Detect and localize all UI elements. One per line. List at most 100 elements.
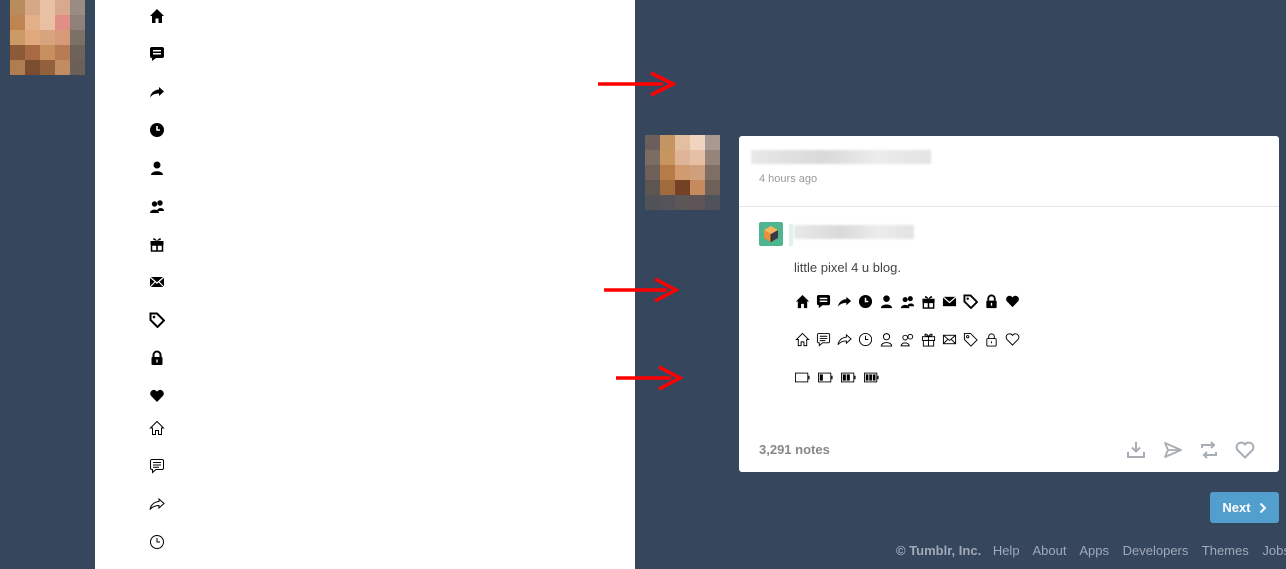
mail-icon (146, 271, 168, 293)
avatar-pixel (25, 45, 40, 60)
blurred-reblog-name[interactable] (794, 225, 914, 239)
chat-icon (146, 43, 168, 65)
blurred-blog-name[interactable] (751, 150, 931, 164)
post-text: little pixel 4 u blog. (794, 260, 901, 275)
next-page-button[interactable]: Next (1210, 492, 1279, 523)
avatar-pixel (70, 45, 85, 60)
avatar-pixel (660, 165, 675, 180)
tag-outline-icon (962, 331, 979, 348)
avatar-pixel (645, 150, 660, 165)
avatar-pixel (70, 30, 85, 45)
footer: © Tumblr, Inc. Help About Apps Developer… (896, 543, 1286, 558)
chat-outline-icon (146, 455, 168, 477)
post-author-avatar[interactable] (645, 135, 720, 210)
user-icon (878, 293, 895, 310)
clock-icon (857, 293, 874, 310)
avatar-pixel (10, 45, 25, 60)
avatar-pixel (25, 0, 40, 15)
avatar-pixel (40, 45, 55, 60)
send-icon[interactable] (1162, 439, 1186, 463)
avatar-pixel (55, 30, 70, 45)
avatar-pixel (10, 0, 25, 15)
blog-avatar[interactable] (10, 0, 85, 75)
avatar-pixel (70, 15, 85, 30)
share-icon (836, 293, 853, 310)
avatar-pixel (690, 180, 705, 195)
home-outline-icon (794, 331, 811, 348)
avatar-pixel (55, 15, 70, 30)
chat-outline-icon (815, 331, 832, 348)
avatar-pixel (40, 30, 55, 45)
avatar-pixel (705, 150, 720, 165)
outline-icons-row (794, 331, 1021, 348)
battery-full-icon (863, 369, 880, 386)
mail-outline-icon (941, 331, 958, 348)
lock-icon (983, 293, 1000, 310)
avatar-pixel (10, 15, 25, 30)
avatar-pixel (25, 15, 40, 30)
footer-link-developers[interactable]: Developers (1123, 543, 1189, 558)
chevron-right-icon (1259, 502, 1267, 513)
users-icon (146, 195, 168, 217)
avatar-pixel (70, 0, 85, 15)
footer-link-themes[interactable]: Themes (1202, 543, 1249, 558)
avatar-pixel (10, 30, 25, 45)
avatar-pixel (25, 30, 40, 45)
battery-low-icon (817, 369, 834, 386)
reblog-bar (789, 224, 793, 246)
lock-outline-icon (983, 331, 1000, 348)
heart-icon (1004, 293, 1021, 310)
avatar-pixel (660, 150, 675, 165)
avatar-pixel (40, 0, 55, 15)
user-outline-icon (878, 331, 895, 348)
home-icon (146, 5, 168, 27)
download-icon[interactable] (1125, 439, 1149, 463)
share-outline-icon (836, 331, 853, 348)
footer-link-jobs[interactable]: Jobs (1262, 543, 1286, 558)
avatar-pixel (645, 180, 660, 195)
avatar-pixel (55, 45, 70, 60)
avatar-pixel (675, 180, 690, 195)
gift-icon (146, 233, 168, 255)
clock-outline-icon (146, 531, 168, 553)
avatar-pixel (675, 135, 690, 150)
copyright: © Tumblr, Inc. (896, 543, 982, 558)
lock-icon (146, 347, 168, 369)
share-outline-icon (146, 493, 168, 515)
avatar-pixel (705, 195, 720, 210)
heart-icon (146, 385, 168, 407)
reblog-icon[interactable] (1198, 439, 1222, 463)
avatar-pixel (690, 195, 705, 210)
avatar-pixel (40, 15, 55, 30)
avatar-pixel (675, 150, 690, 165)
gift-outline-icon (920, 331, 937, 348)
like-icon[interactable] (1234, 439, 1258, 463)
chat-icon (815, 293, 832, 310)
post-timestamp[interactable]: 4 hours ago (759, 173, 817, 185)
notes-count[interactable]: 3,291 notes (759, 442, 830, 457)
avatar-pixel (25, 60, 40, 75)
mail-icon (941, 293, 958, 310)
divider (739, 206, 1279, 207)
clock-outline-icon (857, 331, 874, 348)
reblog-avatar[interactable] (759, 222, 783, 246)
avatar-pixel (40, 60, 55, 75)
annotation-arrow (604, 277, 679, 303)
post-card: 4 hours ago little pixel 4 u blog. 3,291… (739, 136, 1279, 472)
avatar-pixel (70, 60, 85, 75)
home-outline-icon (146, 417, 168, 439)
battery-medium-icon (840, 369, 857, 386)
home-icon (794, 293, 811, 310)
avatar-pixel (705, 165, 720, 180)
users-outline-icon (899, 331, 916, 348)
footer-link-help[interactable]: Help (993, 543, 1020, 558)
avatar-pixel (705, 180, 720, 195)
avatar-pixel (705, 135, 720, 150)
footer-link-about[interactable]: About (1032, 543, 1066, 558)
gift-icon (920, 293, 937, 310)
annotation-arrow (598, 71, 677, 97)
footer-link-apps[interactable]: Apps (1079, 543, 1109, 558)
avatar-pixel (645, 195, 660, 210)
avatar-pixel (675, 165, 690, 180)
annotation-arrow (616, 365, 683, 391)
